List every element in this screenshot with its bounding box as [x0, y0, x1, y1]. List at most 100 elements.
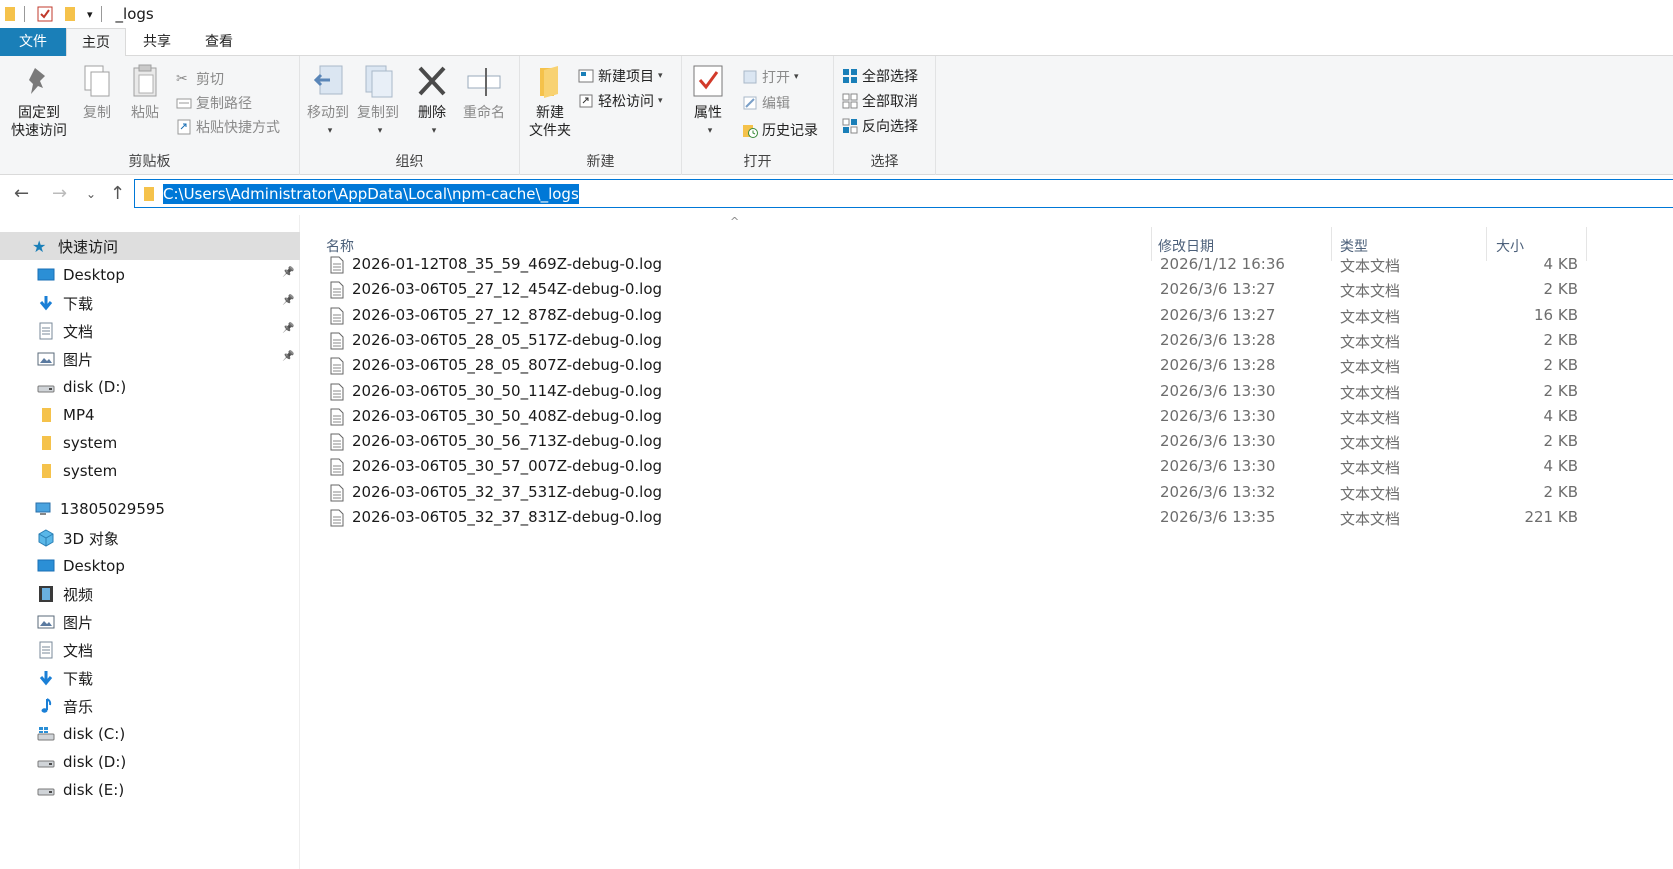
open-label: 打开	[762, 70, 790, 86]
select-all-icon	[843, 69, 857, 83]
pictures-icon	[37, 613, 55, 631]
folder-icon[interactable]	[4, 6, 16, 22]
new-folder-button[interactable]: 新建 文件夹	[524, 62, 576, 140]
sidebar-item[interactable]: Desktop	[37, 261, 125, 289]
paste-shortcut-button[interactable]: 粘贴快捷方式	[176, 116, 280, 138]
move-to-button[interactable]: 移动到 ▾	[304, 62, 352, 140]
sidebar-item[interactable]: 下载	[37, 289, 93, 317]
sidebar-item[interactable]: 音乐	[37, 692, 93, 720]
group-clipboard: 固定到 快速访问 复制 粘贴 ✂ 剪切 复制路径 粘贴快捷方式 剪贴板	[0, 56, 300, 175]
rename-button[interactable]: 重命名	[456, 62, 512, 122]
properties-button[interactable]: 属性 ▾	[688, 62, 728, 140]
sidebar-item[interactable]: system	[37, 457, 117, 485]
sidebar-item[interactable]: 3D 对象	[37, 524, 119, 552]
tab-home[interactable]: 主页	[66, 28, 126, 57]
file-name: 2026-03-06T05_30_50_114Z-debug-0.log	[352, 381, 663, 400]
address-bar[interactable]: C:\Users\Administrator\AppData\Local\npm…	[134, 179, 1673, 208]
delete-button[interactable]: 删除 ▾	[410, 62, 454, 140]
new-folder-label-2: 文件夹	[529, 123, 571, 139]
new-item-icon	[578, 69, 594, 83]
file-row[interactable]: 2026-03-06T05_27_12_878Z-debug-0.log 2026…	[300, 304, 1600, 329]
back-arrow-icon[interactable]: ←	[14, 183, 29, 204]
sidebar-item[interactable]: MP4	[37, 401, 95, 429]
cut-button[interactable]: ✂ 剪切	[176, 68, 224, 90]
file-size: 4 KB	[1543, 406, 1578, 425]
up-arrow-icon[interactable]: ↑	[110, 183, 125, 204]
file-row[interactable]: 2026-03-06T05_30_56_713Z-debug-0.log 2026…	[300, 430, 1600, 455]
forward-arrow-icon[interactable]: →	[52, 183, 67, 204]
address-path[interactable]: C:\Users\Administrator\AppData\Local\npm…	[163, 183, 579, 204]
sidebar-item-label: 文档	[63, 322, 94, 341]
file-row[interactable]: 2026-03-06T05_27_12_454Z-debug-0.log 2026…	[300, 278, 1600, 303]
file-name: 2026-03-06T05_32_37_531Z-debug-0.log	[352, 482, 663, 501]
sidebar-item[interactable]: 下载	[37, 664, 93, 692]
new-folder-icon[interactable]	[63, 6, 77, 22]
customize-qa-icon[interactable]: ▾	[87, 8, 93, 21]
new-item-button[interactable]: 新建项目 ▾	[578, 65, 663, 87]
open-button[interactable]: 打开 ▾	[742, 66, 799, 88]
open-group-label: 打开	[743, 154, 772, 170]
file-date: 2026/3/6 13:27	[1160, 280, 1276, 299]
copy-to-button[interactable]: 复制到 ▾	[352, 62, 404, 140]
sidebar-item[interactable]: 文档	[37, 317, 93, 345]
delete-x-icon	[418, 66, 446, 96]
navigation-bar: ← → ⌄ ↑ C:\Users\Administrator\AppData\L…	[0, 175, 1673, 215]
properties-icon[interactable]	[37, 6, 53, 22]
new-folder-icon	[540, 66, 558, 98]
recent-locations-chevron-icon[interactable]: ⌄	[86, 187, 96, 201]
tab-file[interactable]: 文件	[0, 28, 66, 56]
properties-label: 属性	[694, 105, 722, 121]
sidebar-this-pc[interactable]: 13805029595	[34, 495, 165, 523]
sidebar-item[interactable]: system	[37, 429, 117, 457]
easy-access-button[interactable]: 轻松访问 ▾	[578, 90, 663, 112]
sidebar-item[interactable]: disk (E:)	[37, 776, 124, 804]
tab-view[interactable]: 查看	[188, 28, 250, 56]
file-row[interactable]: 2026-01-12T08_35_59_469Z-debug-0.log 2026…	[300, 253, 1600, 278]
file-type: 文本文档	[1340, 408, 1401, 427]
text-file-icon	[330, 509, 344, 527]
file-row[interactable]: 2026-03-06T05_28_05_807Z-debug-0.log 2026…	[300, 354, 1600, 379]
paste-shortcut-label: 粘贴快捷方式	[196, 120, 280, 136]
file-row[interactable]: 2026-03-06T05_30_50_408Z-debug-0.log 2026…	[300, 405, 1600, 430]
open-icon	[743, 70, 757, 84]
invert-selection-button[interactable]: 反向选择	[842, 115, 918, 137]
group-open: 属性 ▾ 打开 ▾ 编辑 历史记录 打开	[682, 56, 834, 175]
copy-path-button[interactable]: 复制路径	[176, 92, 252, 114]
file-row[interactable]: 2026-03-06T05_30_50_114Z-debug-0.log 2026…	[300, 380, 1600, 405]
pin-to-quick-access-button[interactable]: 固定到 快速访问	[6, 62, 72, 140]
dropdown-caret-icon: ▾	[658, 71, 663, 81]
sidebar-item[interactable]: 视频	[37, 580, 93, 608]
sidebar-item-label: 下载	[63, 669, 94, 688]
sidebar-item[interactable]: disk (D:)	[37, 373, 126, 401]
select-all-button[interactable]: 全部选择	[842, 65, 918, 87]
history-button[interactable]: 历史记录	[742, 119, 818, 141]
sidebar-item-label: disk (C:)	[63, 725, 126, 743]
copy-button[interactable]: 复制	[74, 62, 120, 122]
file-name: 2026-03-06T05_28_05_517Z-debug-0.log	[352, 330, 663, 349]
sidebar-quick-access[interactable]: ★ 快速访问	[0, 232, 300, 260]
paste-button[interactable]: 粘贴	[122, 62, 168, 122]
sidebar-item[interactable]: 文档	[37, 636, 93, 664]
text-file-icon	[330, 383, 344, 400]
file-name: 2026-03-06T05_27_12_454Z-debug-0.log	[352, 280, 663, 299]
dropdown-caret-icon: ▾	[707, 126, 713, 136]
select-none-button[interactable]: 全部取消	[842, 90, 918, 112]
file-row[interactable]: 2026-03-06T05_30_57_007Z-debug-0.log 2026…	[300, 455, 1600, 480]
history-label: 历史记录	[762, 123, 818, 139]
file-row[interactable]: 2026-03-06T05_28_05_517Z-debug-0.log 2026…	[300, 329, 1600, 354]
folder-icon	[37, 462, 55, 480]
ribbon: 固定到 快速访问 复制 粘贴 ✂ 剪切 复制路径 粘贴快捷方式 剪贴板 移动到	[0, 56, 1673, 175]
file-row[interactable]: 2026-03-06T05_32_37_831Z-debug-0.log 2026…	[300, 506, 1600, 531]
tab-share[interactable]: 共享	[126, 28, 188, 56]
sidebar-item[interactable]: disk (C:)	[37, 720, 125, 748]
file-row[interactable]: 2026-03-06T05_32_37_531Z-debug-0.log 2026…	[300, 481, 1600, 506]
sidebar-item[interactable]: 图片	[37, 345, 93, 373]
edit-button[interactable]: 编辑	[742, 92, 790, 114]
copy-label: 复制	[83, 105, 111, 121]
drive-icon	[37, 378, 55, 396]
sidebar-item[interactable]: Desktop	[37, 552, 125, 580]
folder-icon	[37, 406, 55, 424]
sidebar-item[interactable]: disk (D:)	[37, 748, 126, 776]
file-name: 2026-03-06T05_30_50_408Z-debug-0.log	[352, 406, 663, 425]
sidebar-item[interactable]: 图片	[37, 608, 93, 636]
